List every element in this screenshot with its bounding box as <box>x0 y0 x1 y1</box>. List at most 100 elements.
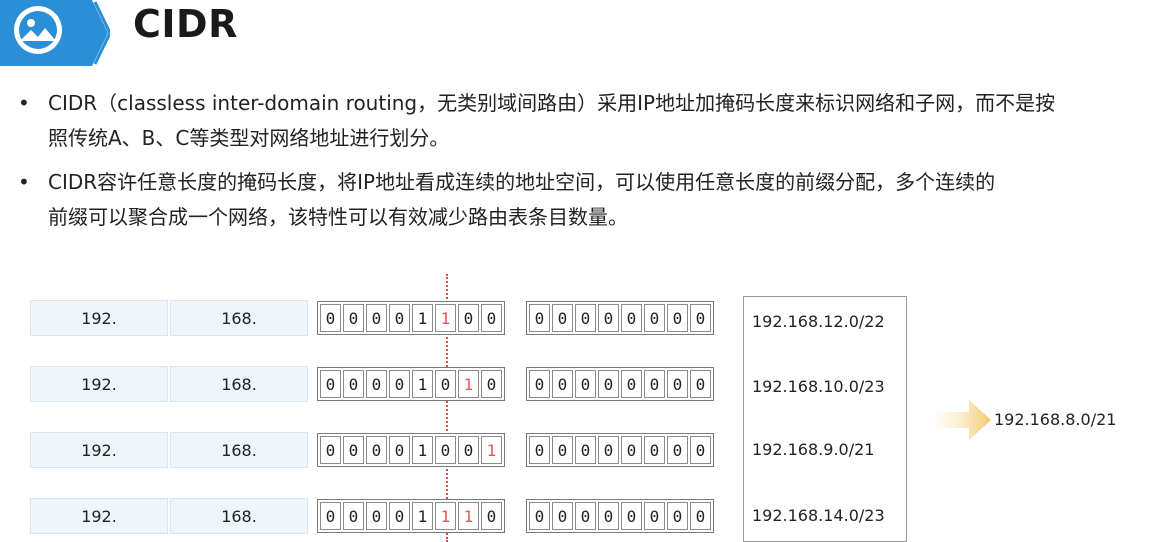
cidr-prefix: 192.168.10.0/23 <box>752 377 885 396</box>
bit-cell: 1 <box>458 370 479 398</box>
bit-cell: 0 <box>690 304 711 332</box>
octet-3-bits: 00001001 <box>317 433 505 467</box>
bit-cell: 0 <box>529 304 550 332</box>
bit-cell: 0 <box>621 304 642 332</box>
bit-cell: 0 <box>458 436 479 464</box>
header: CIDR <box>0 0 1168 72</box>
bit-cell: 0 <box>552 370 573 398</box>
bit-cell: 0 <box>690 370 711 398</box>
octet-2: 168. <box>170 366 308 402</box>
bullet-list: • CIDR（classless inter-domain routing，无类… <box>18 86 1148 244</box>
bullet-dot: • <box>18 170 30 194</box>
bit-cell: 0 <box>621 502 642 530</box>
arrow-right-icon <box>935 400 991 440</box>
bit-cell: 0 <box>320 370 341 398</box>
octet-4-bits: 00000000 <box>526 301 714 335</box>
bit-cell: 1 <box>412 304 433 332</box>
bit-cell: 0 <box>644 370 665 398</box>
bit-cell: 0 <box>389 502 410 530</box>
bit-cell: 0 <box>529 436 550 464</box>
bit-cell: 0 <box>575 502 596 530</box>
bit-cell: 0 <box>644 502 665 530</box>
bit-cell: 0 <box>366 436 387 464</box>
octet-4-bits: 00000000 <box>526 433 714 467</box>
bit-cell: 0 <box>458 304 479 332</box>
octet-2: 168. <box>170 300 308 336</box>
cidr-prefix: 192.168.14.0/23 <box>752 506 885 525</box>
bullet-line: CIDR（classless inter-domain routing，无类别域… <box>48 91 1056 115</box>
bit-cell: 0 <box>320 502 341 530</box>
octet-4-bits: 00000000 <box>526 367 714 401</box>
octet-1: 192. <box>30 366 168 402</box>
octet-1: 192. <box>30 432 168 468</box>
octet-3-bits: 00001110 <box>317 499 505 533</box>
bit-cell: 0 <box>552 436 573 464</box>
bit-cell: 0 <box>667 502 688 530</box>
bit-cell: 0 <box>343 502 364 530</box>
bit-cell: 0 <box>389 304 410 332</box>
page-title: CIDR <box>133 2 238 46</box>
bit-cell: 0 <box>481 502 502 530</box>
bullet-dot: • <box>18 91 30 115</box>
bit-cell: 1 <box>458 502 479 530</box>
bit-cell: 0 <box>667 436 688 464</box>
bit-cell: 0 <box>598 436 619 464</box>
octet-1: 192. <box>30 300 168 336</box>
octet-2: 168. <box>170 432 308 468</box>
octet-2: 168. <box>170 498 308 534</box>
bit-cell: 0 <box>598 502 619 530</box>
bit-cell: 1 <box>481 436 502 464</box>
bit-cell: 0 <box>320 304 341 332</box>
bullet-line: 前缀可以聚合成一个网络，该特性可以有效减少路由表条目数量。 <box>48 205 628 229</box>
bit-cell: 0 <box>575 436 596 464</box>
bit-cell: 0 <box>435 436 456 464</box>
cidr-aggregation-diagram: 192. 168. 0 0 0 0 1 1 0 0 0 0 0 0 0 0 0 0 192. 168. 0 0 0 0 1 0 1 0… <box>0 270 1168 542</box>
cidr-prefix: 192.168.12.0/22 <box>752 312 885 331</box>
cidr-prefix: 192.168.9.0/21 <box>752 440 875 459</box>
bullet-line: CIDR容许任意长度的掩码长度，将IP地址看成连续的地址空间，可以使用任意长度的… <box>48 170 996 194</box>
bit-cell: 0 <box>366 502 387 530</box>
bit-cell: 0 <box>644 436 665 464</box>
bit-cell: 0 <box>552 502 573 530</box>
cidr-list-box: 192.168.12.0/22 192.168.10.0/23 192.168.9.… <box>743 296 907 542</box>
bullet-item: • CIDR（classless inter-domain routing，无类… <box>18 86 1148 156</box>
bit-cell: 0 <box>366 304 387 332</box>
bit-cell: 0 <box>598 304 619 332</box>
octet-3-bits: 00001010 <box>317 367 505 401</box>
bit-cell: 0 <box>667 304 688 332</box>
bit-cell: 0 <box>481 370 502 398</box>
octet-4-bits: 00000000 <box>526 499 714 533</box>
bit-cell: 0 <box>320 436 341 464</box>
bullet-item: • CIDR容许任意长度的掩码长度，将IP地址看成连续的地址空间，可以使用任意长… <box>18 165 1148 235</box>
bit-cell: 0 <box>598 370 619 398</box>
bit-cell: 0 <box>481 304 502 332</box>
bit-cell: 0 <box>690 502 711 530</box>
bit-cell: 0 <box>529 370 550 398</box>
bit-cell: 0 <box>621 436 642 464</box>
bit-cell: 0 <box>621 370 642 398</box>
bit-cell: 0 <box>343 436 364 464</box>
bit-cell: 1 <box>412 436 433 464</box>
bit-cell: 0 <box>343 304 364 332</box>
bit-cell: 1 <box>412 502 433 530</box>
bit-cell: 0 <box>575 370 596 398</box>
bit-cell: 1 <box>412 370 433 398</box>
bit-cell: 1 <box>435 502 456 530</box>
octet-3-bits: 00001100 <box>317 301 505 335</box>
bit-cell: 0 <box>343 370 364 398</box>
bit-cell: 0 <box>366 370 387 398</box>
aggregated-network: 192.168.8.0/21 <box>994 410 1117 429</box>
bit-cell: 0 <box>552 304 573 332</box>
bit-cell: 0 <box>389 436 410 464</box>
bit-cell: 0 <box>690 436 711 464</box>
bit-cell: 0 <box>644 304 665 332</box>
octet-1: 192. <box>30 498 168 534</box>
bullet-line: 照传统A、B、C等类型对网络地址进行划分。 <box>48 126 450 150</box>
bit-cell: 1 <box>435 304 456 332</box>
bit-cell: 0 <box>389 370 410 398</box>
bit-cell: 0 <box>575 304 596 332</box>
bit-cell: 0 <box>529 502 550 530</box>
bit-cell: 0 <box>667 370 688 398</box>
bit-cell: 0 <box>435 370 456 398</box>
image-icon <box>0 0 110 66</box>
